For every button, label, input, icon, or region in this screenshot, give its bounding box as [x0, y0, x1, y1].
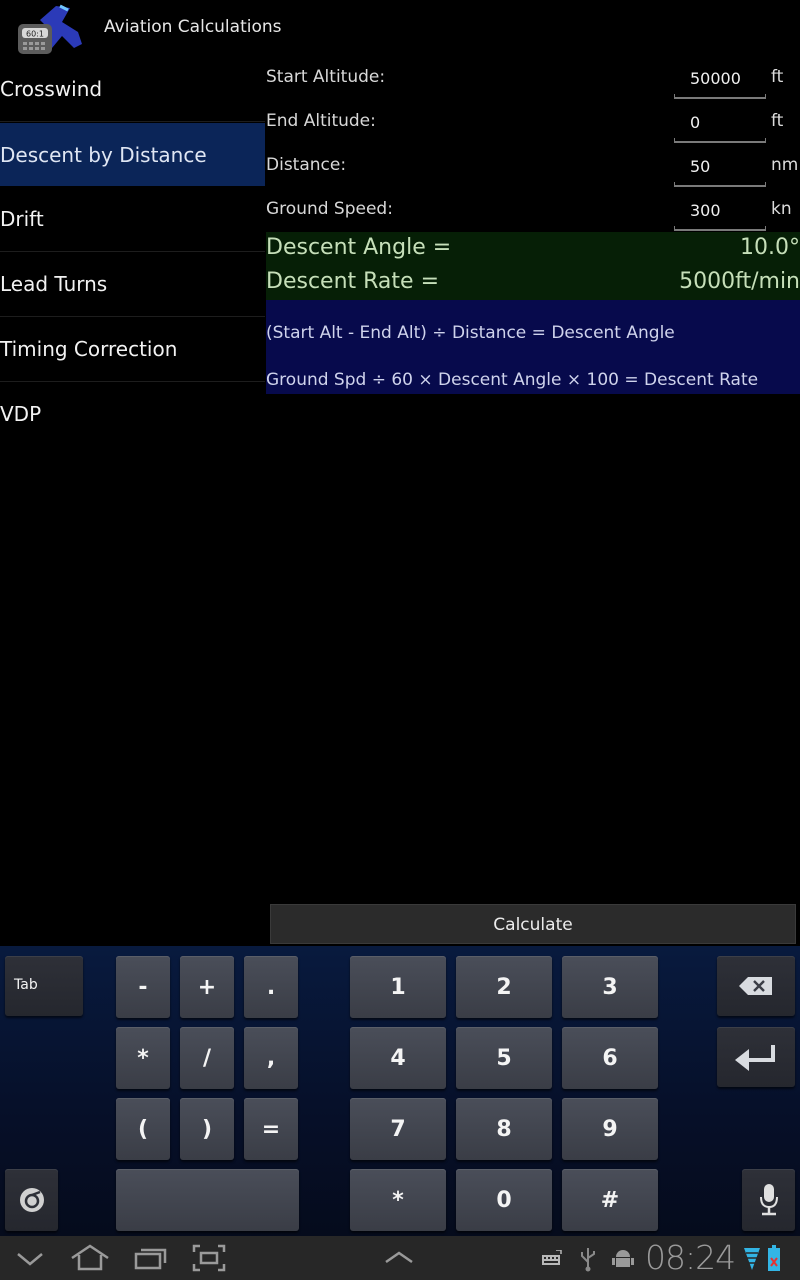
sidebar-item-crosswind[interactable]: Crosswind — [0, 56, 265, 122]
key-star[interactable]: * — [350, 1169, 446, 1231]
descent-rate-label: Descent Rate = — [266, 269, 440, 294]
results-panel: Descent Angle = 10.0° Descent Rate = 500… — [266, 232, 800, 300]
descent-angle-value: 10.0° — [740, 235, 800, 260]
wifi-icon — [744, 1248, 760, 1270]
clock: 08:24 — [645, 1238, 736, 1277]
key-enter[interactable] — [717, 1027, 795, 1087]
keyboard-icon — [542, 1250, 562, 1265]
sidebar-item-descent-by-distance[interactable]: Descent by Distance — [0, 123, 265, 187]
formula-panel: (Start Alt - End Alt) ÷ Distance = Desce… — [266, 300, 800, 394]
end-altitude-label: End Altitude: — [266, 111, 376, 131]
key-slash[interactable]: / — [180, 1027, 234, 1089]
input-underline — [674, 94, 766, 99]
descent-form: Start Altitude: ft End Altitude: ft Dist… — [266, 56, 800, 232]
key-hash[interactable]: # — [562, 1169, 658, 1231]
distance-unit: nm — [771, 155, 799, 175]
descent-angle-result: Descent Angle = 10.0° — [266, 232, 800, 266]
key-5[interactable]: 5 — [456, 1027, 552, 1089]
key-6[interactable]: 6 — [562, 1027, 658, 1089]
sidebar-item-vdp[interactable]: VDP — [0, 382, 265, 447]
key-tab[interactable]: Tab — [5, 956, 83, 1016]
descent-angle-label: Descent Angle = — [266, 235, 452, 260]
key-backspace[interactable] — [717, 956, 795, 1016]
key-period[interactable]: . — [244, 956, 298, 1018]
sidebar-item-label: Drift — [0, 207, 44, 231]
key-space[interactable] — [116, 1169, 299, 1231]
sidebar-item-label: VDP — [0, 402, 42, 426]
usb-icon — [581, 1248, 595, 1272]
descent-rate-value: 5000ft/min — [679, 269, 800, 294]
ground-speed-label: Ground Speed: — [266, 199, 393, 219]
key-8[interactable]: 8 — [456, 1098, 552, 1160]
battery-icon — [768, 1245, 780, 1271]
key-equals[interactable]: = — [244, 1098, 298, 1160]
start-altitude-input[interactable] — [674, 62, 766, 94]
calculator-list: Crosswind Descent by Distance Drift Lead… — [0, 56, 265, 447]
distance-row: Distance: nm — [266, 144, 800, 188]
key-minus[interactable]: - — [116, 956, 170, 1018]
key-plus[interactable]: + — [180, 956, 234, 1018]
end-altitude-input[interactable] — [674, 106, 766, 138]
ground-speed-unit: kn — [771, 199, 792, 219]
start-altitude-row: Start Altitude: ft — [266, 56, 800, 100]
key-4[interactable]: 4 — [350, 1027, 446, 1089]
microphone-icon — [759, 1184, 778, 1216]
backspace-icon — [739, 977, 772, 995]
back-icon[interactable] — [15, 1244, 45, 1272]
key-7[interactable]: 7 — [350, 1098, 446, 1160]
key-0[interactable]: 0 — [456, 1169, 552, 1231]
android-debug-icon — [612, 1250, 634, 1267]
ground-speed-input[interactable] — [674, 194, 766, 226]
action-bar: 60:1 Aviation Calculations — [0, 0, 800, 56]
descent-angle-formula: (Start Alt - End Alt) ÷ Distance = Desce… — [266, 323, 675, 343]
end-altitude-row: End Altitude: ft — [266, 100, 800, 144]
enter-icon — [735, 1045, 775, 1071]
input-underline — [674, 226, 766, 231]
key-2[interactable]: 2 — [456, 956, 552, 1018]
svg-text:60:1: 60:1 — [26, 30, 44, 39]
home-icon[interactable] — [70, 1244, 110, 1272]
keyboard-settings-icon — [19, 1188, 44, 1212]
key-voice-input[interactable] — [742, 1169, 795, 1231]
start-altitude-unit: ft — [771, 67, 784, 87]
sidebar-item-label: Crosswind — [0, 77, 103, 101]
key-1[interactable]: 1 — [350, 956, 446, 1018]
descent-rate-formula: Ground Spd ÷ 60 × Descent Angle × 100 = … — [266, 370, 759, 390]
key-settings[interactable] — [5, 1169, 58, 1231]
recent-apps-icon[interactable] — [134, 1244, 168, 1272]
distance-label: Distance: — [266, 155, 347, 175]
key-3[interactable]: 3 — [562, 956, 658, 1018]
input-underline — [674, 182, 766, 187]
descent-rate-result: Descent Rate = 5000ft/min — [266, 266, 800, 300]
sidebar-item-label: Lead Turns — [0, 272, 108, 296]
sidebar-item-label: Timing Correction — [0, 337, 178, 361]
app-icon: 60:1 — [18, 4, 82, 54]
sidebar-item-drift[interactable]: Drift — [0, 187, 265, 252]
ground-speed-row: Ground Speed: kn — [266, 188, 800, 232]
key-9[interactable]: 9 — [562, 1098, 658, 1160]
end-altitude-unit: ft — [771, 111, 784, 131]
input-underline — [674, 138, 766, 143]
numeric-keyboard: Tab - + . * / , ( ) = 1 2 3 4 5 6 7 8 9 … — [0, 946, 800, 1236]
screenshot-icon[interactable] — [192, 1244, 226, 1272]
sidebar-item-label: Descent by Distance — [0, 143, 207, 167]
key-open-paren[interactable]: ( — [116, 1098, 170, 1160]
system-bar: 08:24 — [0, 1236, 800, 1280]
key-close-paren[interactable]: ) — [180, 1098, 234, 1160]
sidebar-item-lead-turns[interactable]: Lead Turns — [0, 252, 265, 317]
key-asterisk[interactable]: * — [116, 1027, 170, 1089]
sidebar-item-timing-correction[interactable]: Timing Correction — [0, 317, 265, 382]
app-title: Aviation Calculations — [104, 17, 282, 37]
key-comma[interactable]: , — [244, 1027, 298, 1089]
menu-up-icon[interactable] — [383, 1244, 415, 1272]
calculate-button[interactable]: Calculate — [270, 904, 796, 944]
start-altitude-label: Start Altitude: — [266, 67, 386, 87]
distance-input[interactable] — [674, 150, 766, 182]
